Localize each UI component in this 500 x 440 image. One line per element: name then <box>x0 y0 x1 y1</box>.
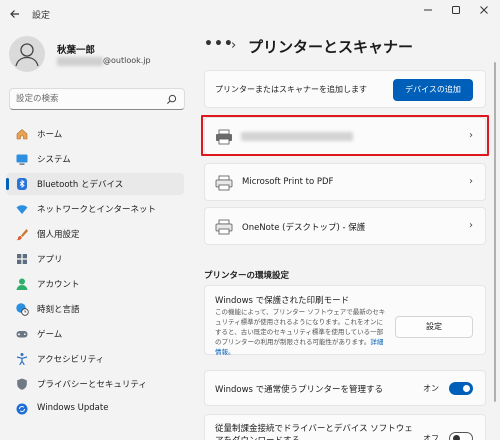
manage-default-toggle[interactable] <box>449 382 473 395</box>
update-icon <box>16 403 28 415</box>
account-icon <box>16 278 28 290</box>
setting-description: この機能によって、プリンター ソフトウェアで最新のセキュリティ標準が使用されるよ… <box>215 307 387 357</box>
sidebar-item-personalization[interactable]: 個人用設定 <box>6 223 184 245</box>
sidebar-item-label: Bluetooth とデバイス <box>37 180 124 190</box>
sidebar-item-label: アクセシビリティ <box>37 355 105 365</box>
sidebar-item-label: プライバシーとセキュリティ <box>37 380 147 390</box>
toggle-knob <box>463 385 470 392</box>
printer-icon <box>215 175 233 191</box>
add-device-button[interactable]: デバイスの追加 <box>393 79 473 101</box>
metered-download-card: 従量制課金接続でドライバーとデバイス ソフトウェアをダウンロードする オフ <box>204 414 486 440</box>
search-icon <box>166 94 177 105</box>
printer-name: OneNote (デスクトップ) - 保護 <box>242 223 366 233</box>
shield-icon <box>17 378 27 390</box>
search-input[interactable] <box>16 92 156 106</box>
scrollbar[interactable] <box>494 62 496 402</box>
description-text: この機能によって、プリンター ソフトウェアで最新のセキュリティ標準が使用されるよ… <box>215 308 386 346</box>
protected-print-mode-card: Windows で保護された印刷モード この機能によって、プリンター ソフトウェ… <box>204 285 486 357</box>
add-device-label: プリンターまたはスキャナーを追加します <box>215 85 367 94</box>
sidebar-item-label: 時刻と言語 <box>37 305 80 315</box>
sidebar-item-apps[interactable]: アプリ <box>6 248 184 270</box>
settings-search[interactable] <box>9 88 185 110</box>
back-button[interactable] <box>8 7 24 23</box>
sidebar-item-bluetooth[interactable]: Bluetooth とデバイス <box>6 173 184 195</box>
sidebar-item-label: アプリ <box>37 255 63 265</box>
sidebar-item-label: Windows Update <box>37 403 109 413</box>
setting-label: Windows で通常使うプリンターを管理する <box>215 385 383 395</box>
minimize-button[interactable] <box>418 4 438 20</box>
section-title: プリンターの環境設定 <box>204 271 290 281</box>
metered-download-toggle[interactable] <box>449 432 473 440</box>
printer-icon <box>215 219 233 235</box>
sidebar-item-home[interactable]: ホーム <box>6 123 184 145</box>
sidebar-item-network[interactable]: ネットワークとインターネット <box>6 198 184 220</box>
title-bar: 設定 <box>0 0 500 30</box>
sidebar-item-label: ゲーム <box>37 330 63 340</box>
sidebar-item-label: 個人用設定 <box>37 230 80 240</box>
close-icon <box>480 6 488 14</box>
app-title: 設定 <box>32 11 51 21</box>
user-name: 秋葉一郎 <box>57 45 96 56</box>
accessibility-icon <box>16 353 28 366</box>
avatar <box>9 36 45 72</box>
wifi-icon <box>16 205 28 214</box>
sidebar-item-privacy[interactable]: プライバシーとセキュリティ <box>6 373 184 395</box>
setting-label: 従量制課金接続でドライバーとデバイス ソフトウェアをダウンロードする <box>215 424 413 440</box>
toggle-knob <box>453 435 460 440</box>
sidebar-item-time-language[interactable]: 時刻と言語 <box>6 298 184 320</box>
sidebar-item-label: アカウント <box>37 280 80 290</box>
printer-item[interactable]: OneNote (デスクトップ) - 保護 › <box>204 207 486 245</box>
breadcrumb-more-button[interactable]: ••• <box>204 36 234 52</box>
printer-name: Microsoft Print to PDF <box>242 177 334 187</box>
sidebar-item-windows-update[interactable]: Windows Update <box>6 398 184 420</box>
maximize-icon <box>452 6 460 14</box>
bluetooth-icon <box>17 178 27 190</box>
add-device-card: プリンターまたはスキャナーを追加します デバイスの追加 <box>204 70 486 108</box>
sidebar-item-label: ホーム <box>37 130 63 140</box>
apps-icon <box>17 254 27 264</box>
maximize-button[interactable] <box>446 4 466 20</box>
email-redacted <box>57 57 103 66</box>
close-button[interactable] <box>474 4 494 20</box>
printer-item[interactable]: Microsoft Print to PDF › <box>204 163 486 201</box>
toggle-state-label: オン <box>423 384 439 393</box>
user-profile[interactable]: 秋葉一郎 @outlook.jp <box>9 36 189 76</box>
gamepad-icon <box>16 331 28 338</box>
user-avatar-icon <box>15 43 39 67</box>
sidebar-item-label: システム <box>37 155 71 165</box>
sidebar-item-gaming[interactable]: ゲーム <box>6 323 184 345</box>
sidebar-item-accessibility[interactable]: アクセシビリティ <box>6 348 184 370</box>
globe-clock-icon <box>16 303 29 316</box>
manage-default-printer-card: Windows で通常使うプリンターを管理する オン <box>204 370 486 406</box>
chevron-right-icon: › <box>469 220 473 231</box>
sidebar-item-label: ネットワークとインターネット <box>37 205 157 215</box>
brush-icon <box>16 229 28 241</box>
user-email: @outlook.jp <box>103 56 151 65</box>
setting-title: Windows で保護された印刷モード <box>215 296 350 306</box>
system-icon <box>16 154 28 165</box>
breadcrumb-separator: › <box>231 38 237 53</box>
home-icon <box>16 129 28 140</box>
back-arrow-icon <box>10 10 19 18</box>
sidebar-item-system[interactable]: システム <box>6 148 184 170</box>
settings-button[interactable]: 設定 <box>395 316 473 338</box>
sidebar-item-accounts[interactable]: アカウント <box>6 273 184 295</box>
toggle-state-label: オフ <box>423 434 439 440</box>
page-title: プリンターとスキャナー <box>248 38 414 56</box>
highlight-box <box>201 115 489 156</box>
minimize-icon <box>424 9 432 11</box>
active-indicator <box>6 178 9 190</box>
chevron-right-icon: › <box>469 176 473 187</box>
